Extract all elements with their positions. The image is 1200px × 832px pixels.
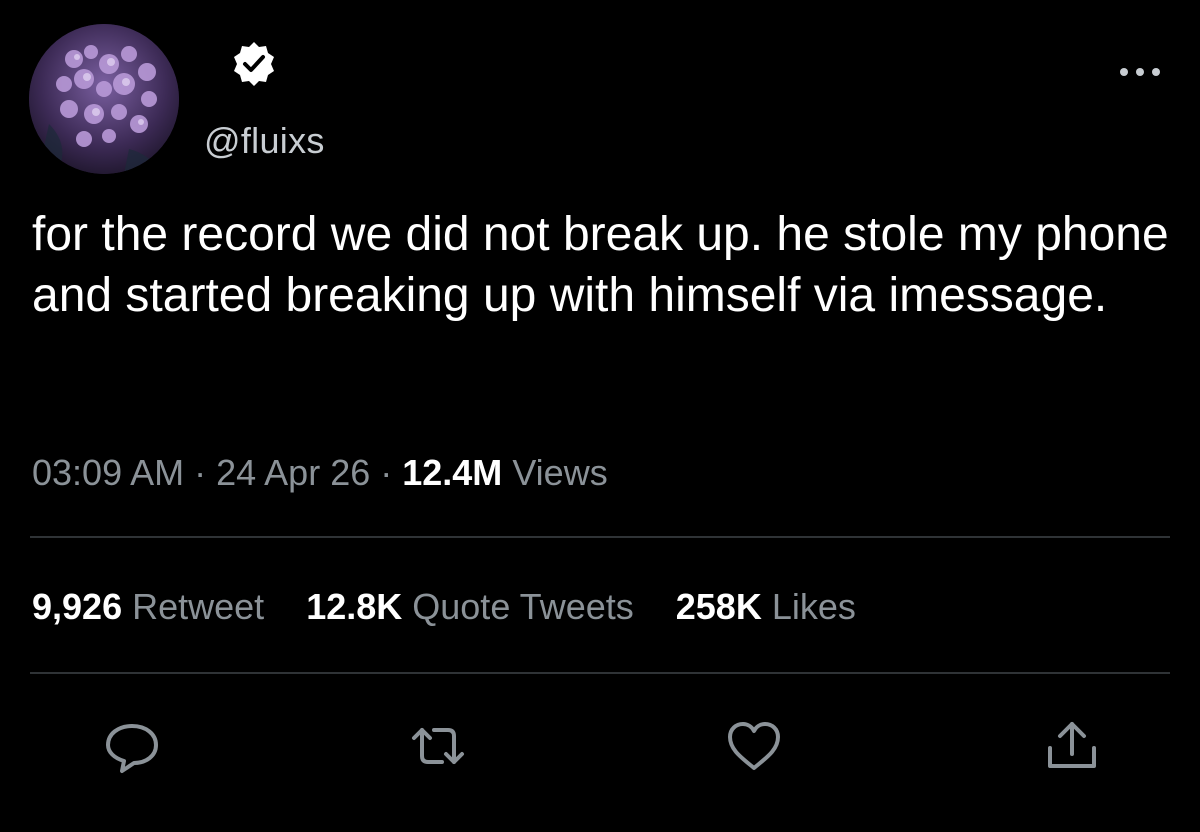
likes-stat[interactable]: 258K Likes [676, 586, 856, 628]
share-button[interactable] [1040, 716, 1104, 776]
like-button[interactable] [722, 716, 786, 776]
quotes-count: 12.8K [306, 586, 403, 627]
retweets-label: Retweet [132, 586, 265, 627]
retweets-stat[interactable]: 9,926 Retweet [32, 586, 264, 628]
views-count: 12.4M [402, 452, 503, 493]
avatar-image [29, 24, 179, 174]
separator-dot: · [380, 452, 393, 493]
user-handle[interactable]: @fluixs [204, 120, 325, 162]
divider [30, 672, 1170, 674]
like-icon [728, 722, 780, 770]
reply-button[interactable] [100, 716, 164, 776]
views-label: Views [512, 452, 608, 493]
quote-tweets-stat[interactable]: 12.8K Quote Tweets [306, 586, 634, 628]
quotes-label: Quote Tweets [412, 586, 634, 627]
retweet-button[interactable] [406, 716, 470, 776]
tweet-time[interactable]: 03:09 AM [32, 452, 184, 493]
more-options-icon[interactable] [1116, 60, 1164, 84]
likes-label: Likes [771, 586, 856, 627]
tweet-stats: 9,926 Retweet 12.8K Quote Tweets 258K Likes [32, 586, 888, 628]
tweet-text: for the record we did not break up. he s… [32, 208, 1169, 322]
reply-icon [106, 724, 158, 773]
avatar[interactable] [29, 24, 179, 174]
separator-dot: · [194, 452, 207, 493]
share-icon [1048, 722, 1096, 768]
retweets-count: 9,926 [32, 586, 123, 627]
divider [30, 536, 1170, 538]
tweet-date[interactable]: 24 Apr 26 [216, 452, 370, 493]
verified-badge-icon [230, 40, 278, 88]
tweet-meta: 03:09 AM · 24 Apr 26 · 12.4M Views [32, 452, 608, 494]
likes-count: 258K [675, 586, 762, 627]
retweet-icon [412, 728, 464, 764]
